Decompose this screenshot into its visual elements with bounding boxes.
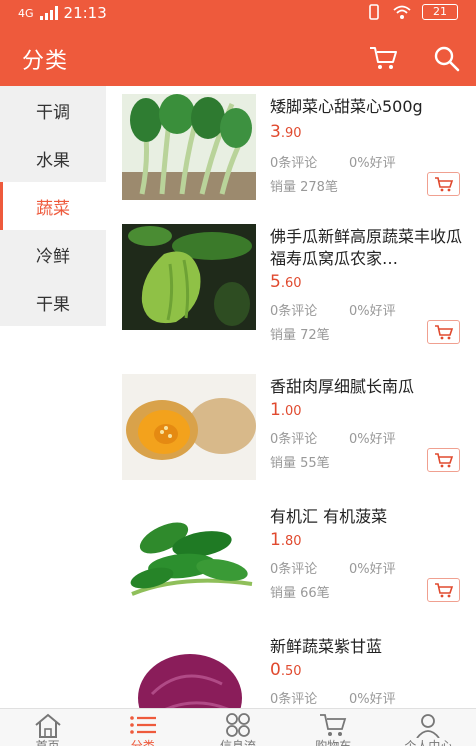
sales-count: 销量 66笔 [270, 586, 330, 601]
list-item[interactable]: 佛手瓜新鲜高原蔬菜丰收瓜福寿瓜窝瓜农家… 5.60 0条评论 0%好评 销量 7… [106, 216, 476, 346]
product-price: 1.00 [270, 400, 302, 420]
list-item[interactable]: 香甜肉厚细腻长南瓜 1.00 0条评论 0%好评 销量 55笔 [106, 366, 476, 496]
cart-icon [434, 452, 453, 467]
review-count: 0条评论 [270, 562, 318, 577]
product-image-chayote[interactable] [122, 224, 256, 330]
good-rate: 0%好评 [349, 432, 396, 447]
cart-icon[interactable] [368, 44, 398, 72]
category-sidebar: 干调 水果 蔬菜 冷鲜 干果 [0, 86, 106, 708]
product-price: 0.50 [270, 660, 302, 680]
wifi-icon [393, 5, 411, 19]
sidebar-item-dried-fruit[interactable]: 干果 [0, 278, 106, 326]
product-name[interactable]: 矮脚菜心甜菜心500g [270, 96, 466, 118]
price-integer: 3 [270, 122, 281, 142]
add-to-cart-button[interactable] [427, 448, 460, 472]
tab-label: 购物车 [315, 739, 352, 746]
sidebar-item-label: 冷鲜 [36, 246, 70, 267]
product-image-choy-sum[interactable] [122, 94, 256, 200]
add-to-cart-button[interactable] [427, 578, 460, 602]
tab-label: 分类 [130, 739, 155, 746]
price-decimal: .00 [280, 404, 302, 419]
grid-icon [226, 713, 250, 737]
sidebar-item-gandiao[interactable]: 干调 [0, 86, 106, 134]
product-image-pumpkin[interactable] [122, 374, 256, 480]
good-rate: 0%好评 [349, 562, 396, 577]
price-decimal: .80 [280, 534, 302, 549]
product-name[interactable]: 新鲜蔬菜紫甘蓝 [270, 636, 466, 658]
sales-count: 销量 278笔 [270, 180, 338, 195]
battery-icon: 21 [422, 4, 458, 20]
sidebar-item-label: 水果 [36, 150, 70, 171]
user-icon [416, 714, 441, 738]
review-count: 0条评论 [270, 304, 318, 319]
tab-feed[interactable]: 信息流 [190, 709, 285, 746]
add-to-cart-button[interactable] [427, 320, 460, 344]
product-name[interactable]: 香甜肉厚细腻长南瓜 [270, 376, 466, 398]
product-name[interactable]: 有机汇 有机菠菜 [270, 506, 466, 528]
price-decimal: .50 [280, 664, 302, 679]
cart-icon [320, 714, 347, 736]
sidebar-item-chilled[interactable]: 冷鲜 [0, 230, 106, 278]
add-to-cart-button[interactable] [427, 172, 460, 196]
sidebar-item-fruit[interactable]: 水果 [0, 134, 106, 182]
battery-level: 21 [433, 5, 447, 18]
cart-icon [434, 582, 453, 597]
product-price: 1.80 [270, 530, 302, 550]
home-icon [34, 713, 61, 738]
signal-icon [39, 6, 58, 20]
clock: 21:13 [63, 4, 107, 22]
product-price: 3.90 [270, 122, 302, 142]
bottom-nav: 首页 分类 信息流 购物车 个人中心 [0, 708, 476, 746]
tab-label: 信息流 [219, 739, 256, 746]
product-list: 矮脚菜心甜菜心500g 3.90 0条评论 0%好评 销量 278笔 佛手瓜新鲜… [106, 86, 476, 708]
tab-category[interactable]: 分类 [95, 709, 190, 746]
cart-icon [434, 324, 453, 339]
price-integer: 1 [270, 400, 281, 420]
product-price: 5.60 [270, 272, 302, 292]
app-header: 4G 21:13 21 分类 [0, 0, 476, 86]
product-image-spinach[interactable] [122, 504, 256, 610]
status-bar: 4G 21:13 21 [0, 0, 476, 27]
tab-label: 个人中心 [404, 739, 453, 746]
tab-cart[interactable]: 购物车 [286, 709, 381, 746]
price-integer: 1 [270, 530, 281, 550]
product-name[interactable]: 佛手瓜新鲜高原蔬菜丰收瓜福寿瓜窝瓜农家… [270, 226, 466, 270]
tab-home[interactable]: 首页 [0, 709, 95, 746]
price-integer: 0 [270, 660, 281, 680]
good-rate: 0%好评 [349, 692, 396, 707]
sidebar-item-label: 蔬菜 [36, 198, 70, 219]
sidebar-item-label: 干调 [36, 102, 70, 123]
price-decimal: .90 [280, 126, 302, 141]
price-integer: 5 [270, 272, 281, 292]
product-image-red-cabbage[interactable] [122, 634, 256, 708]
good-rate: 0%好评 [349, 304, 396, 319]
list-item[interactable]: 新鲜蔬菜紫甘蓝 0.50 0条评论 0%好评 [106, 626, 476, 708]
review-count: 0条评论 [270, 432, 318, 447]
list-icon [129, 716, 156, 734]
sales-count: 销量 55笔 [270, 456, 330, 471]
network-label: 4G [18, 6, 34, 20]
cart-icon [434, 176, 453, 191]
sales-count: 销量 72笔 [270, 328, 330, 343]
page-title: 分类 [22, 49, 69, 74]
vibrate-icon [369, 4, 379, 20]
search-icon[interactable] [432, 44, 462, 72]
sidebar-item-vegetables[interactable]: 蔬菜 [0, 182, 106, 230]
price-decimal: .60 [280, 276, 302, 291]
tab-profile[interactable]: 个人中心 [381, 709, 476, 746]
list-item[interactable]: 有机汇 有机菠菜 1.80 0条评论 0%好评 销量 66笔 [106, 496, 476, 626]
list-item[interactable]: 矮脚菜心甜菜心500g 3.90 0条评论 0%好评 销量 278笔 [106, 86, 476, 216]
sidebar-item-label: 干果 [36, 294, 70, 315]
good-rate: 0%好评 [349, 156, 396, 171]
review-count: 0条评论 [270, 156, 318, 171]
tab-label: 首页 [35, 739, 60, 746]
review-count: 0条评论 [270, 692, 318, 707]
